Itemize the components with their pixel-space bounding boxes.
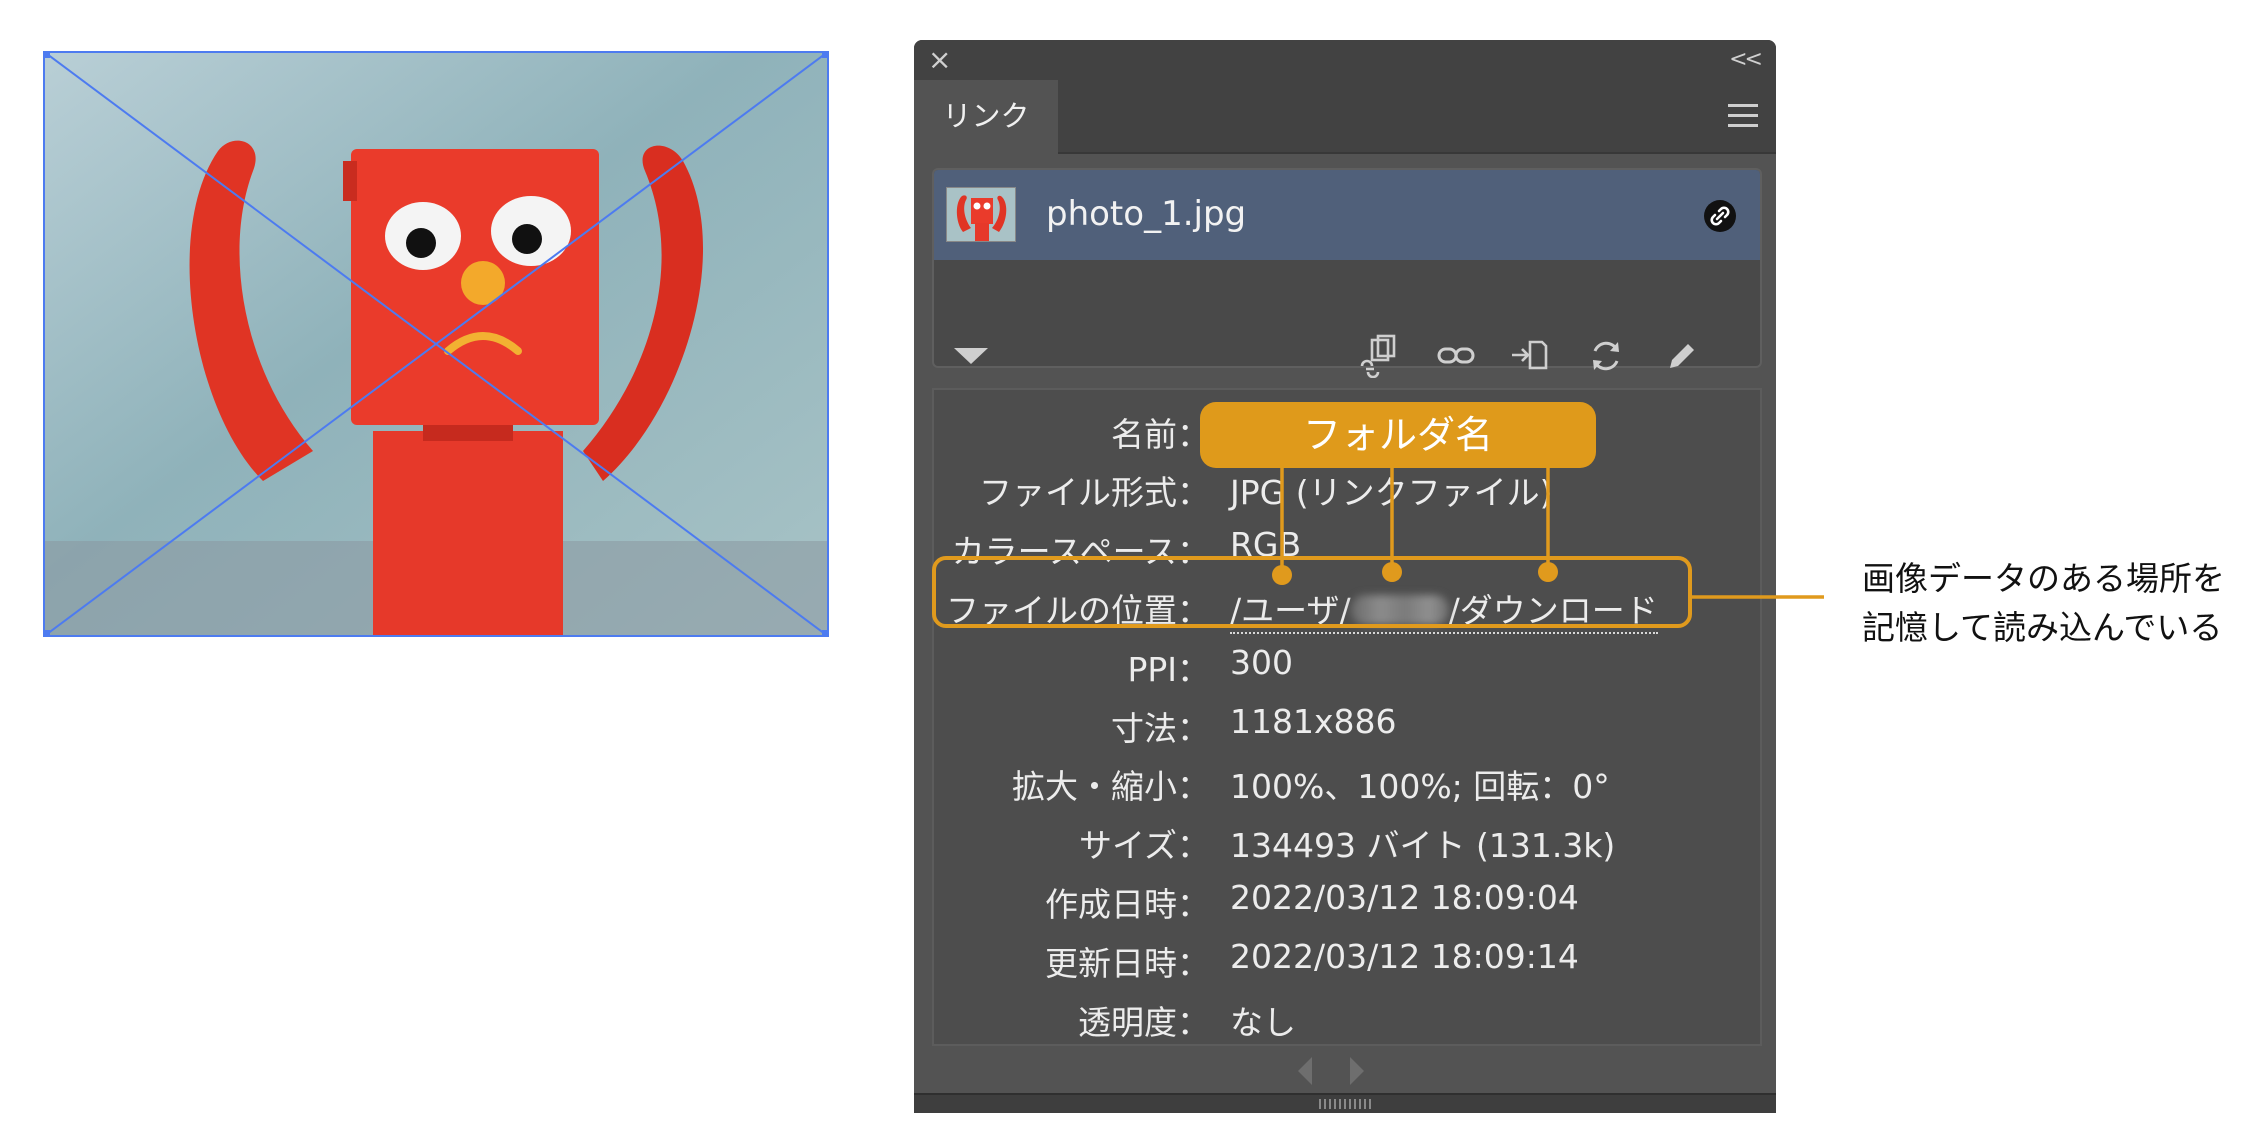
folder-name-callout: フォルダ名 [1200,402,1596,468]
explanation-note: 画像データのある場所を 記憶して読み込んでいる [1862,559,2225,647]
